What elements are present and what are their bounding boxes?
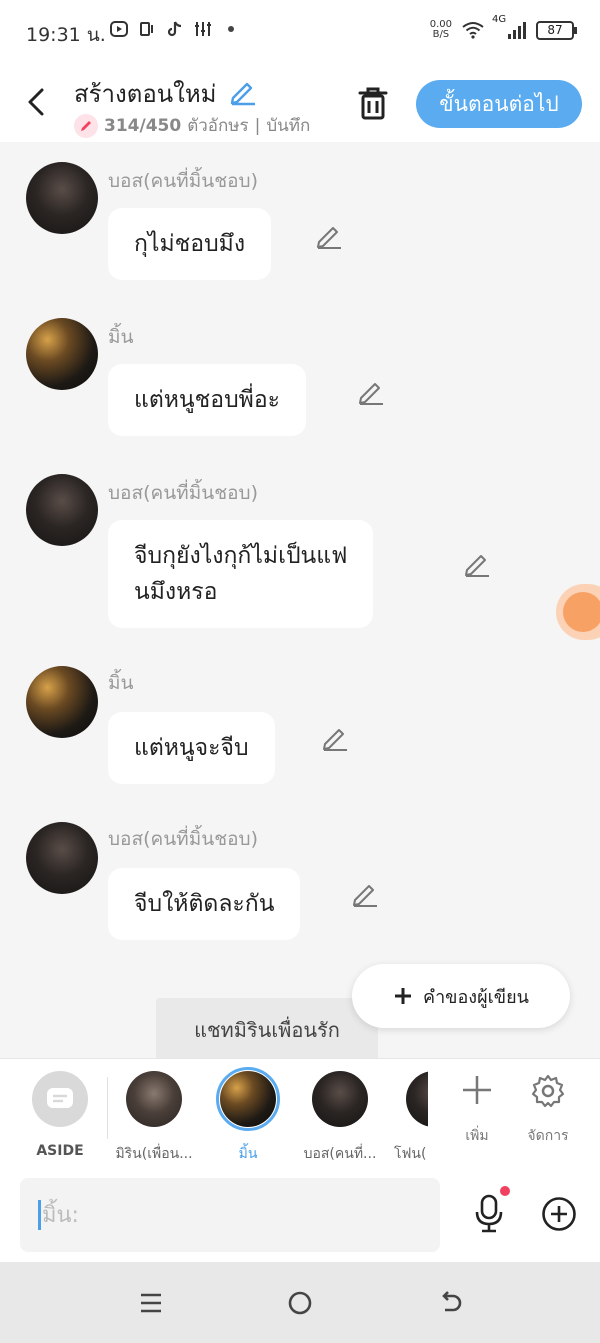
wifi-icon [462, 22, 484, 39]
app-notification-icon [110, 21, 128, 37]
next-step-button[interactable]: ขั้นตอนต่อไป [416, 80, 582, 128]
edit-message-icon[interactable] [320, 722, 350, 752]
character-label: โฟน( [394, 1146, 427, 1162]
character-avatar [312, 1071, 368, 1127]
trash-icon[interactable] [356, 84, 390, 122]
add-circle-icon[interactable] [541, 1196, 577, 1232]
battery-indicator: 87 [536, 20, 577, 40]
character-avatar [216, 1067, 280, 1131]
avatar-boss[interactable] [26, 822, 98, 894]
avatar-boss[interactable] [26, 474, 98, 546]
top-bar: สร้างตอนใหม่ 314/450 ตัวอักษร | บันทึก ข… [0, 66, 600, 142]
speaker-name: บอส(คนที่มิ้นชอบ) [108, 482, 258, 504]
add-label: เพิ่ม [465, 1128, 489, 1144]
speed-unit: B/S [432, 29, 450, 40]
avatar-min[interactable] [26, 318, 98, 390]
message-line: จีบกุยังไงกุก้ไม่เป็นแฟ [134, 543, 348, 569]
network-speed: 0.00 B/S [430, 20, 452, 40]
character-avatar [126, 1071, 182, 1127]
network-type: 4G [492, 13, 507, 25]
status-bar: 19:31 น. 0.00 B/S 4G 87 [0, 0, 600, 66]
save-link[interactable]: บันทึก [266, 112, 310, 139]
aside-label: ASIDE [36, 1143, 84, 1159]
edit-title-icon[interactable] [228, 76, 258, 106]
signal-bar [513, 29, 516, 39]
pencil-badge-icon [74, 113, 98, 138]
manage-characters-button[interactable]: จัดการ [518, 1073, 578, 1147]
message-bubble[interactable]: จีบให้ติดละกัน [108, 868, 301, 940]
avatar-boss[interactable] [26, 162, 98, 234]
sim-icon [140, 22, 153, 36]
signal-bar [508, 33, 511, 39]
author-note-label: คำของผู้เขียน [423, 986, 529, 1008]
plus-icon [463, 1076, 491, 1104]
chat-title-tag[interactable]: แชทมิรินเพื่อนรัก [156, 998, 378, 1062]
author-note-button[interactable]: คำของผู้เขียน [352, 964, 570, 1028]
page-title: สร้างตอนใหม่ [74, 80, 217, 108]
manage-label: จัดการ [527, 1128, 569, 1144]
menu-icon[interactable] [136, 1288, 166, 1318]
character-avatar [406, 1071, 428, 1127]
speaker-name: มิ้น [108, 326, 134, 348]
aside-circle [32, 1071, 88, 1127]
message-composer [0, 1168, 600, 1262]
notification-icons [110, 20, 240, 38]
character-label: บอส(คนที่... [303, 1146, 377, 1162]
status-time: 19:31 น. [26, 24, 106, 46]
signal-bar [518, 25, 521, 39]
character-option[interactable]: มิริน(เพื่อน... [106, 1071, 202, 1165]
speaker-name: มิ้น [108, 672, 134, 694]
cellular-signal: 4G [492, 14, 526, 39]
character-count: 314/450 [104, 115, 182, 136]
dot-icon [228, 26, 234, 32]
notification-dot [500, 1186, 510, 1196]
gear-icon [531, 1074, 565, 1108]
add-character-button[interactable]: เพิ่ม [447, 1073, 507, 1147]
edit-message-icon[interactable] [314, 220, 344, 250]
message-bubble[interactable]: กุไม่ชอบมึง [108, 208, 272, 280]
plus-icon [395, 988, 412, 1004]
separator: | [254, 115, 261, 136]
aside-option[interactable]: ASIDE [12, 1071, 108, 1159]
signal-bar [523, 21, 526, 39]
back-arrow-icon[interactable] [22, 84, 54, 120]
message-input[interactable] [42, 1192, 432, 1238]
message-bubble[interactable]: แต่หนูจะจีบ [108, 712, 275, 784]
character-label: มิริน(เพื่อน... [115, 1146, 193, 1162]
character-option-selected[interactable]: มิ้น [200, 1067, 296, 1165]
tiktok-icon [167, 21, 182, 37]
home-icon[interactable] [285, 1288, 315, 1318]
video-camera-icon [563, 592, 600, 632]
equalizer-icon [195, 22, 211, 36]
character-option[interactable]: โฟน( [378, 1071, 428, 1165]
avatar-min[interactable] [26, 666, 98, 738]
character-unit: ตัวอักษร [187, 116, 249, 136]
back-icon[interactable] [436, 1288, 466, 1318]
system-navigation-bar [0, 1262, 600, 1343]
system-status: 0.00 B/S 4G 87 [430, 14, 577, 40]
edit-message-icon[interactable] [462, 548, 492, 578]
microphone-icon[interactable] [472, 1194, 506, 1234]
message-line: นมึงหรอ [134, 579, 218, 605]
character-label: มิ้น [238, 1146, 258, 1162]
character-option[interactable]: บอส(คนที่... [292, 1071, 388, 1165]
floating-video-button[interactable] [556, 584, 600, 640]
draft-status: 314/450 ตัวอักษร | บันทึก [74, 112, 310, 139]
text-cursor [38, 1200, 41, 1230]
narration-icon [47, 1088, 73, 1108]
character-selector: ASIDE มิริน(เพื่อน... มิ้น บอส(คนที่... … [0, 1058, 600, 1168]
edit-message-icon[interactable] [350, 878, 380, 908]
message-bubble[interactable]: จีบกุยังไงกุก้ไม่เป็นแฟ นมึงหรอ [108, 520, 374, 628]
message-input-box[interactable] [20, 1178, 440, 1252]
edit-message-icon[interactable] [356, 376, 386, 406]
speaker-name: บอส(คนที่มิ้นชอบ) [108, 828, 258, 850]
message-bubble[interactable]: แต่หนูชอบพี่อะ [108, 364, 306, 436]
speaker-name: บอส(คนที่มิ้นชอบ) [108, 170, 258, 192]
